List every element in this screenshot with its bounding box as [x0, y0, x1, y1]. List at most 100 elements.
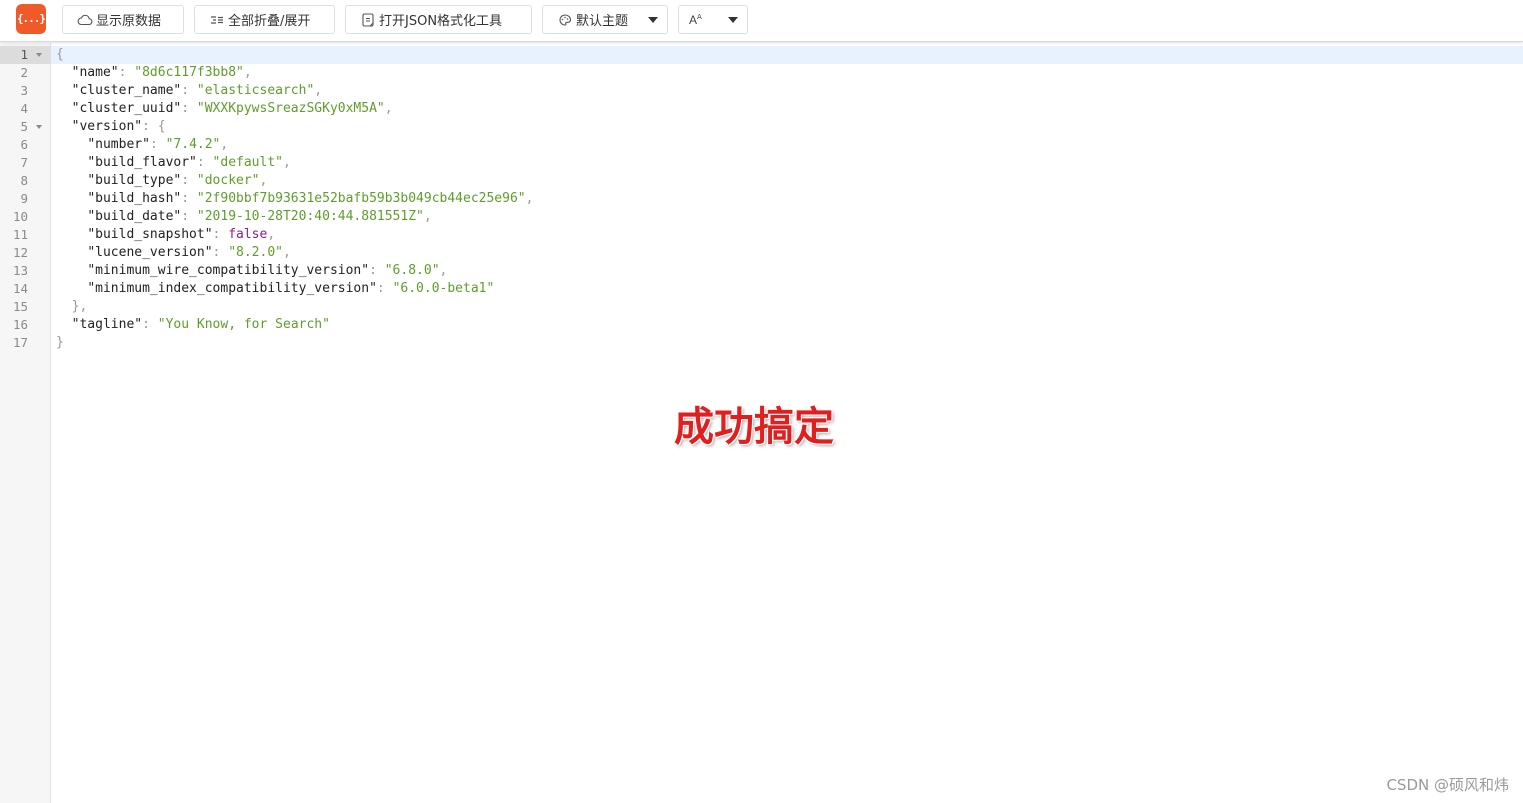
json-key: "build_date" — [87, 209, 182, 224]
json-punctuation: , — [423, 209, 432, 224]
line-number: 13 — [0, 262, 51, 280]
show-raw-data-label: 显示原数据 — [96, 14, 162, 29]
json-tool-icon — [360, 12, 376, 28]
json-string-value: "elasticsearch" — [196, 83, 315, 98]
line-number-text: 14 — [12, 281, 28, 296]
json-string-value: "7.4.2" — [165, 137, 221, 152]
json-punctuation: : — [196, 155, 213, 170]
line-number: 4 — [0, 100, 51, 118]
code-line[interactable]: "version": { — [51, 118, 1523, 136]
code-line[interactable]: "name": "8d6c117f3bb8", — [51, 64, 1523, 82]
success-overlay-text: 成功搞定 — [674, 404, 834, 450]
json-punctuation: , — [267, 227, 276, 242]
line-number: 9 — [0, 190, 51, 208]
line-number: 1 — [0, 46, 51, 64]
line-number: 14 — [0, 280, 51, 298]
code-line[interactable]: "cluster_uuid": "WXXKpywsSreazSGKy0xM5A"… — [51, 100, 1523, 118]
line-number: 16 — [0, 316, 51, 334]
json-punctuation: : — [181, 191, 197, 206]
json-key: "build_snapshot" — [87, 227, 213, 242]
json-punctuation: , — [259, 173, 268, 188]
line-number-gutter: 1 2 3 4 5 6 7 8 9 10 11 12 13 14 15 16 17 — [0, 43, 51, 803]
show-raw-data-button[interactable]: 显示原数据 — [62, 5, 184, 34]
line-number-text: 8 — [20, 173, 28, 188]
chevron-down-icon — [648, 17, 658, 23]
palette-icon — [557, 12, 573, 28]
json-punctuation: : { — [142, 119, 166, 134]
open-json-tool-label: 打开JSON格式化工具 — [379, 14, 503, 29]
code-line[interactable]: "build_snapshot": false, — [51, 226, 1523, 244]
json-string-value: "WXXKpywsSreazSGKy0xM5A" — [196, 101, 385, 116]
code-line[interactable]: "build_type": "docker", — [51, 172, 1523, 190]
json-key: "cluster_name" — [71, 83, 182, 98]
json-key: "cluster_uuid" — [71, 101, 182, 116]
fold-toggle-icon[interactable] — [36, 53, 42, 57]
line-number: 17 — [0, 334, 51, 352]
font-size-superscript: A — [697, 12, 702, 21]
line-number-text: 4 — [20, 101, 28, 116]
chevron-down-icon — [728, 17, 738, 23]
json-punctuation: , — [243, 65, 252, 80]
toolbar: {...} 显示原数据 全部折叠/展开 打开JSON格式化工具 默认主题 A A — [0, 0, 1523, 42]
code-line[interactable]: "tagline": "You Know, for Search" — [51, 316, 1523, 334]
theme-select[interactable]: 默认主题 — [542, 5, 668, 34]
open-json-tool-button[interactable]: 打开JSON格式化工具 — [345, 5, 532, 34]
json-punctuation: : — [149, 137, 166, 152]
json-key: "number" — [87, 137, 150, 152]
collapse-lines-icon — [209, 12, 225, 28]
code-line[interactable]: }, — [51, 298, 1523, 316]
json-key: "minimum_wire_compatibility_version" — [87, 263, 370, 278]
line-number-text: 11 — [12, 227, 28, 242]
code-line[interactable]: "minimum_wire_compatibility_version": "6… — [51, 262, 1523, 280]
line-number: 10 — [0, 208, 51, 226]
json-string-value: "6.0.0-beta1" — [392, 281, 495, 296]
line-number: 6 — [0, 136, 51, 154]
json-punctuation: , — [439, 263, 448, 278]
cloud-icon — [77, 12, 93, 28]
watermark: CSDN @硕风和炜 — [1386, 776, 1509, 794]
line-number-text: 5 — [20, 119, 28, 134]
line-number-text: 6 — [20, 137, 28, 152]
json-key: "build_type" — [87, 173, 182, 188]
json-punctuation: : — [142, 317, 158, 332]
font-size-icon: A — [689, 12, 698, 27]
json-punctuation: , — [220, 137, 229, 152]
theme-select-label: 默认主题 — [576, 14, 629, 29]
json-editor[interactable]: 1 2 3 4 5 6 7 8 9 10 11 12 13 14 15 16 17 { "name": "8d6… — [0, 43, 1523, 803]
json-punctuation: : — [212, 227, 229, 242]
json-key: "tagline" — [71, 317, 143, 332]
json-key: "minimum_index_compatibility_version" — [87, 281, 377, 296]
code-line[interactable]: { — [51, 46, 1523, 64]
code-line[interactable]: "build_date": "2019-10-28T20:40:44.88155… — [51, 208, 1523, 226]
json-string-value: "You Know, for Search" — [157, 317, 330, 332]
json-viewer-logo[interactable]: {...} — [16, 4, 46, 34]
line-number: 11 — [0, 226, 51, 244]
code-line[interactable]: "build_hash": "2f90bbf7b93631e52bafb59b3… — [51, 190, 1523, 208]
line-number-text: 1 — [20, 47, 28, 62]
line-number: 15 — [0, 298, 51, 316]
code-line[interactable]: "cluster_name": "elasticsearch", — [51, 82, 1523, 100]
line-number: 5 — [0, 118, 51, 136]
collapse-expand-all-button[interactable]: 全部折叠/展开 — [194, 5, 335, 34]
code-line[interactable]: } — [51, 334, 1523, 352]
json-key: "build_flavor" — [87, 155, 197, 170]
line-number-text: 7 — [20, 155, 28, 170]
code-line[interactable]: "number": "7.4.2", — [51, 136, 1523, 154]
line-number: 7 — [0, 154, 51, 172]
json-string-value: "8.2.0" — [228, 245, 283, 260]
json-boolean-value: false — [228, 227, 268, 242]
json-key: "build_hash" — [87, 191, 182, 206]
json-punctuation: : — [118, 65, 135, 80]
line-number-text: 17 — [12, 335, 28, 350]
fold-toggle-icon[interactable] — [36, 125, 42, 129]
line-number-text: 2 — [20, 65, 28, 80]
line-number-text: 3 — [20, 83, 28, 98]
json-key: "version" — [71, 119, 143, 134]
code-line[interactable]: "build_flavor": "default", — [51, 154, 1523, 172]
line-number-text: 16 — [12, 317, 28, 332]
json-punctuation: : — [212, 245, 229, 260]
code-line[interactable]: "minimum_index_compatibility_version": "… — [51, 280, 1523, 298]
json-string-value: "8d6c117f3bb8" — [134, 65, 244, 80]
font-size-select[interactable]: A A — [678, 5, 748, 34]
code-line[interactable]: "lucene_version": "8.2.0", — [51, 244, 1523, 262]
